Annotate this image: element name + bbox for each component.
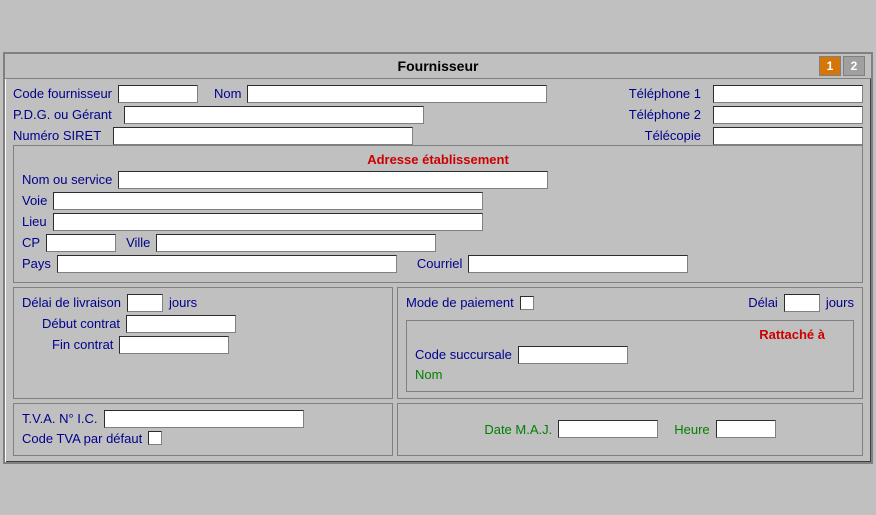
bottom-row-panels: T.V.A. N° I.C. Code TVA par défaut Date … (13, 403, 863, 456)
row-rattache-nom: Nom (415, 367, 845, 382)
cp-input[interactable] (46, 234, 116, 252)
debut-contrat-label: Début contrat (42, 316, 120, 331)
nom-service-label: Nom ou service (22, 172, 112, 187)
telecopie-label: Télécopie (645, 128, 701, 143)
tva-panel: T.V.A. N° I.C. Code TVA par défaut (13, 403, 393, 456)
telephone1-input[interactable] (713, 85, 863, 103)
heure-input[interactable] (716, 420, 776, 438)
nom-label: Nom (214, 86, 241, 101)
top-section: Code fournisseur Nom Téléphone 1 P.D.G. … (13, 85, 863, 145)
pdg-label: P.D.G. ou Gérant (13, 107, 112, 122)
pdg-input[interactable] (124, 106, 424, 124)
row-mode-paiement: Mode de paiement Délai jours (406, 294, 854, 312)
ville-input[interactable] (156, 234, 436, 252)
row-cp-ville: CP Ville (22, 234, 854, 252)
maj-panel: Date M.A.J. Heure (397, 403, 863, 456)
mode-paiement-input[interactable] (520, 296, 534, 310)
title-bar-buttons: 1 2 (819, 56, 865, 76)
code-fournisseur-input[interactable] (118, 85, 198, 103)
fournisseur-window: Fournisseur 1 2 Code fournisseur Nom Tél… (3, 52, 873, 464)
page-1-button[interactable]: 1 (819, 56, 841, 76)
form-content: Code fournisseur Nom Téléphone 1 P.D.G. … (5, 79, 871, 462)
fin-contrat-input[interactable] (119, 336, 229, 354)
fin-contrat-label: Fin contrat (52, 337, 113, 352)
debut-contrat-input[interactable] (126, 315, 236, 333)
adresse-section: Adresse établissement Nom ou service Voi… (13, 145, 863, 283)
courriel-label: Courriel (417, 256, 463, 271)
title-bar: Fournisseur 1 2 (5, 54, 871, 79)
telephone1-label: Téléphone 1 (629, 86, 701, 101)
row-code-tva: Code TVA par défaut (22, 431, 384, 446)
delai2-label: Délai (748, 295, 778, 310)
mode-paiement-label: Mode de paiement (406, 295, 514, 310)
cp-label: CP (22, 235, 40, 250)
siret-label: Numéro SIRET (13, 128, 101, 143)
lieu-label: Lieu (22, 214, 47, 229)
row-nom-service: Nom ou service (22, 171, 854, 189)
row-code-nom: Code fournisseur Nom Téléphone 1 (13, 85, 863, 103)
ville-label: Ville (126, 235, 150, 250)
nom-input[interactable] (247, 85, 547, 103)
row-lieu: Lieu (22, 213, 854, 231)
code-fournisseur-label: Code fournisseur (13, 86, 112, 101)
adresse-title: Adresse établissement (22, 152, 854, 167)
lieu-input[interactable] (53, 213, 483, 231)
rattache-title: Rattaché à (415, 327, 845, 342)
code-succursale-label: Code succursale (415, 347, 512, 362)
voie-input[interactable] (53, 192, 483, 210)
row-tva: T.V.A. N° I.C. (22, 410, 384, 428)
telephone2-label: Téléphone 2 (629, 107, 701, 122)
row-pays-courriel: Pays Courriel (22, 255, 854, 273)
row-pdg-tel2: P.D.G. ou Gérant Téléphone 2 (13, 106, 863, 124)
delai-livraison-input[interactable] (127, 294, 163, 312)
siret-input[interactable] (113, 127, 413, 145)
delai2-input[interactable] (784, 294, 820, 312)
row-fin-contrat: Fin contrat (52, 336, 384, 354)
rattache-nom-label: Nom (415, 367, 442, 382)
pays-input[interactable] (57, 255, 397, 273)
contrat-panel: Délai de livraison jours Début contrat F… (13, 287, 393, 399)
right-panel: Mode de paiement Délai jours Rattaché à … (397, 287, 863, 399)
jours2-label: jours (826, 295, 854, 310)
code-tva-input[interactable] (148, 431, 162, 445)
row-code-succursale: Code succursale (415, 346, 845, 364)
rattache-section: Rattaché à Code succursale Nom (406, 320, 854, 392)
pays-label: Pays (22, 256, 51, 271)
delai-livraison-label: Délai de livraison (22, 295, 121, 310)
telephone2-input[interactable] (713, 106, 863, 124)
nom-service-input[interactable] (118, 171, 548, 189)
row-siret-telecopie: Numéro SIRET Télécopie (13, 127, 863, 145)
heure-label: Heure (674, 422, 709, 437)
tva-input[interactable] (104, 410, 304, 428)
code-succursale-input[interactable] (518, 346, 628, 364)
courriel-input[interactable] (468, 255, 688, 273)
jours-label: jours (169, 295, 197, 310)
telecopie-input[interactable] (713, 127, 863, 145)
voie-label: Voie (22, 193, 47, 208)
bottom-panels: Délai de livraison jours Début contrat F… (13, 287, 863, 399)
row-voie: Voie (22, 192, 854, 210)
date-maj-input[interactable] (558, 420, 658, 438)
page-2-button[interactable]: 2 (843, 56, 865, 76)
code-tva-label: Code TVA par défaut (22, 431, 142, 446)
date-maj-label: Date M.A.J. (484, 422, 552, 437)
window-title: Fournisseur (398, 58, 479, 74)
row-debut-contrat: Début contrat (42, 315, 384, 333)
tva-label: T.V.A. N° I.C. (22, 411, 98, 426)
row-delai-livraison: Délai de livraison jours (22, 294, 384, 312)
